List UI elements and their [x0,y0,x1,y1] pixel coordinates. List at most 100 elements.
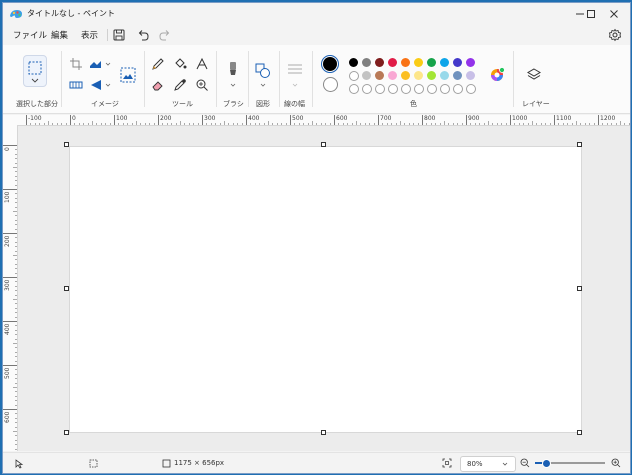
resize-handle[interactable] [577,286,582,291]
color-swatch[interactable] [427,58,436,67]
zoom-in-icon[interactable] [611,458,621,468]
ruler-tick-minor [404,123,406,125]
ruler-tick-minor [15,448,17,450]
ruler-tick-minor [360,123,362,125]
ruler-tick-minor [210,123,212,125]
text-tool-icon[interactable] [195,57,209,71]
fit-to-window-icon[interactable] [442,458,452,468]
save-icon[interactable] [112,28,126,42]
color-swatch[interactable] [349,71,359,81]
resize-handle[interactable] [577,430,582,435]
color-swatch[interactable] [388,71,397,80]
resize-handle[interactable] [64,430,69,435]
custom-color-slot[interactable] [414,84,424,94]
ruler-tick-minor [435,123,437,125]
ruler-tick-major [3,321,17,322]
ruler-tick-minor [56,123,58,125]
ruler-tick-minor [15,369,17,371]
undo-icon[interactable] [136,28,150,42]
zoom-dropdown[interactable]: 80% [460,456,516,472]
image-effects-icon[interactable] [120,67,136,83]
resize-icon[interactable] [89,57,103,71]
color-swatch[interactable] [375,71,384,80]
zoom-slider-thumb[interactable] [542,459,551,468]
resize-handle[interactable] [64,286,69,291]
color-swatch[interactable] [362,71,371,80]
ruler-tick-minor [536,123,538,125]
stroke-width-icon[interactable] [286,61,304,77]
custom-color-slot[interactable] [453,84,463,94]
custom-color-slot[interactable] [466,84,476,94]
rotate-icon[interactable] [89,78,103,92]
color-swatch[interactable] [466,71,475,80]
chevron-down-icon[interactable] [292,82,298,88]
ruler-tick-minor [215,123,217,125]
custom-color-slot[interactable] [375,84,385,94]
color-swatch[interactable] [401,71,410,80]
crop-icon[interactable] [69,57,83,71]
eraser-icon[interactable] [151,78,165,92]
primary-color[interactable] [321,55,339,73]
chevron-down-icon[interactable] [260,82,266,88]
zoom-slider[interactable] [535,459,605,468]
ruler-tick-major [3,277,17,278]
resize-handle[interactable] [577,142,582,147]
chevron-down-icon[interactable] [105,61,111,67]
custom-color-slot[interactable] [349,84,359,94]
color-picker-icon[interactable] [173,78,187,92]
ruler-tick-minor [15,171,17,173]
menu-edit[interactable]: 編集 [51,29,68,41]
ruler-tick-minor [74,123,76,125]
color-swatch[interactable] [440,58,449,67]
ruler-tick-minor [15,307,17,309]
image-group-label: イメージ [91,100,119,108]
color-swatch[interactable] [453,71,462,80]
ruler-tick-minor [15,281,17,283]
ruler-tick-minor [281,123,283,125]
resize-handle[interactable] [64,142,69,147]
ruler-tick-minor [254,123,256,125]
custom-color-slot[interactable] [362,84,372,94]
color-swatch[interactable] [414,71,423,80]
stroke-group-label: 線の幅 [284,100,305,108]
ruler-tick-minor [15,347,17,349]
custom-color-slot[interactable] [427,84,437,94]
close-button[interactable] [599,3,629,25]
ruler-tick-minor [15,228,17,230]
menu-view[interactable]: 表示 [81,29,98,41]
color-swatch[interactable] [388,58,397,67]
ruler-tick-minor [611,123,613,125]
custom-color-slot[interactable] [401,84,411,94]
color-swatch[interactable] [466,58,475,67]
menu-divider [107,29,108,41]
fill-bucket-icon[interactable] [173,57,187,71]
resize-handle[interactable] [321,430,326,435]
layers-icon[interactable] [526,67,542,83]
custom-color-slot[interactable] [440,84,450,94]
magnifier-icon[interactable] [195,78,209,92]
pencil-icon[interactable] [151,57,165,71]
edit-colors-wheel-icon[interactable] [489,67,505,83]
color-swatch[interactable] [401,58,410,67]
redo-icon[interactable] [158,28,172,42]
resize-handle[interactable] [321,142,326,147]
color-swatch[interactable] [349,58,358,67]
settings-gear-icon[interactable] [608,28,622,42]
zoom-out-icon[interactable] [520,458,530,468]
color-swatch[interactable] [427,71,436,80]
menu-file[interactable]: ファイル [13,29,47,41]
chevron-down-icon[interactable] [230,82,236,88]
chevron-down-icon[interactable] [105,82,111,88]
color-swatch[interactable] [440,71,449,80]
resize-canvas-icon[interactable] [69,78,83,92]
color-swatch[interactable] [414,58,423,67]
secondary-color[interactable] [323,77,338,92]
selection-button[interactable] [23,55,47,87]
brush-icon[interactable] [225,61,241,79]
drawing-canvas[interactable] [69,146,582,433]
shapes-icon[interactable] [255,63,271,79]
custom-color-slot[interactable] [388,84,398,94]
color-swatch[interactable] [362,58,371,67]
color-swatch[interactable] [375,58,384,67]
color-swatch[interactable] [453,58,462,67]
